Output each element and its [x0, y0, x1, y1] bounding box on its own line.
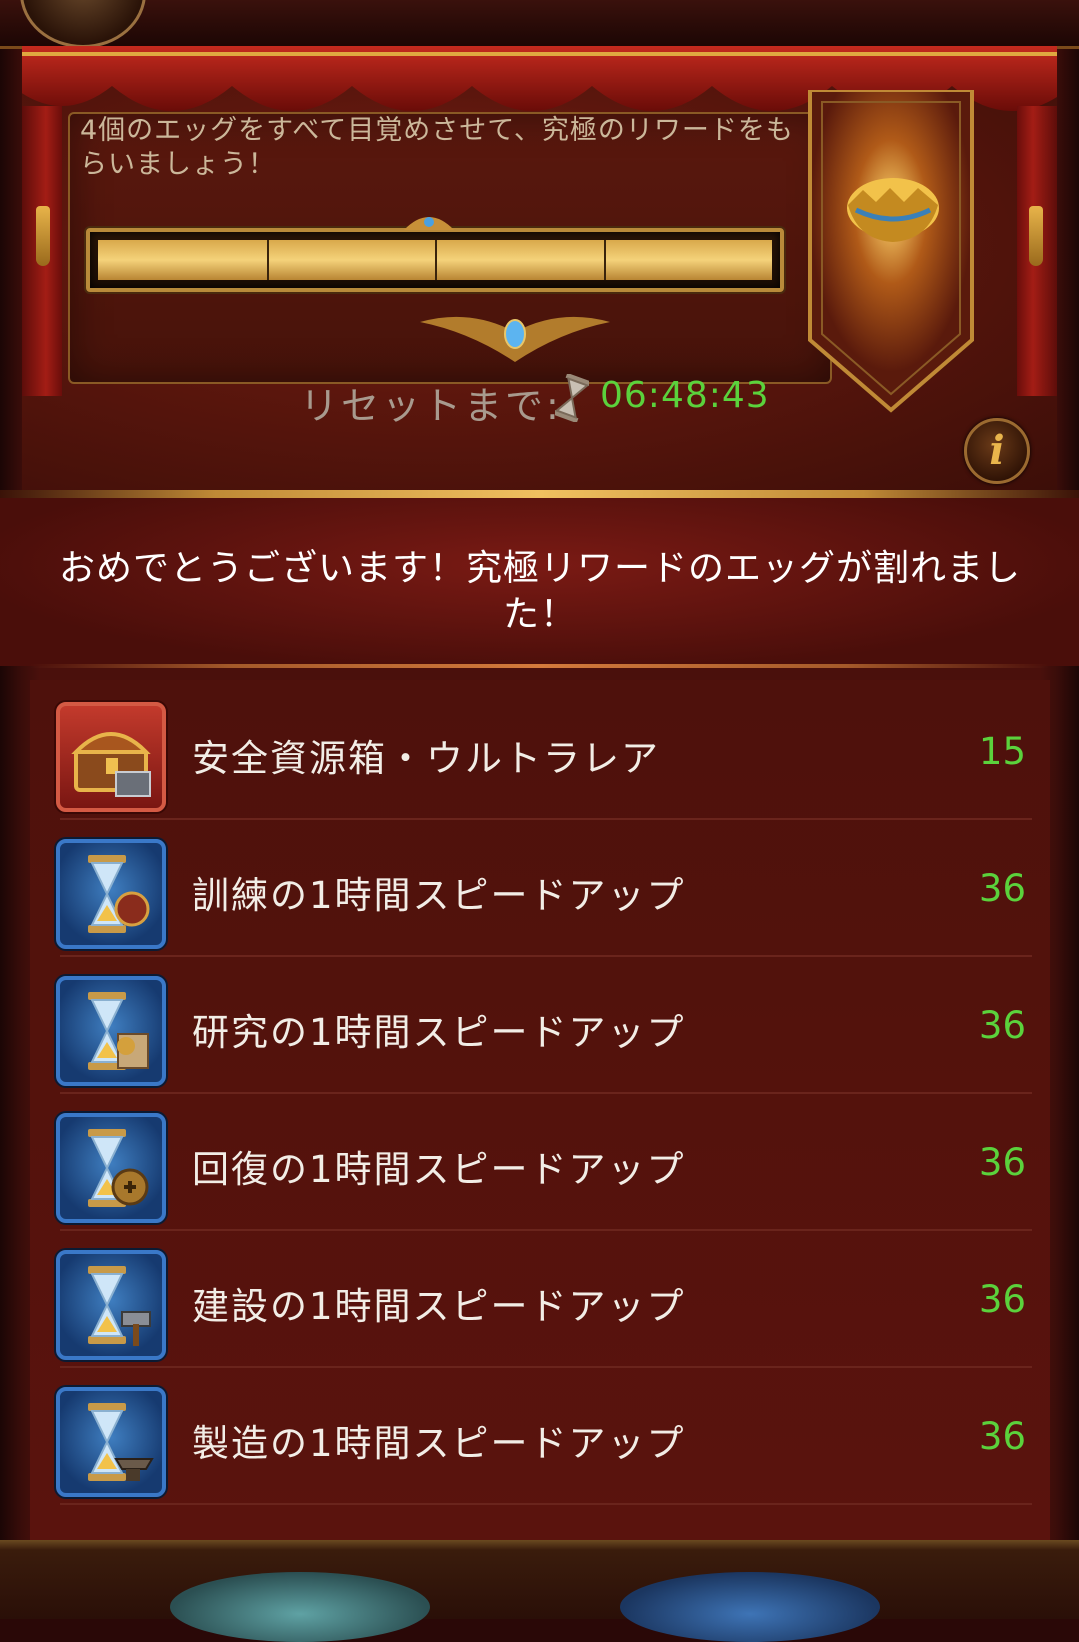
reset-timer: 06:48:43 — [600, 375, 770, 416]
hourglass-icon — [555, 374, 589, 422]
cracked-egg-icon — [847, 178, 939, 242]
reward-quantity: 36 — [978, 1278, 1026, 1321]
reward-label: 建設の1時間スピードアップ — [192, 1285, 686, 1328]
filigree-ornament-icon — [420, 316, 610, 362]
egg-progress-bar — [86, 228, 784, 292]
research-speedup-icon[interactable] — [56, 976, 166, 1086]
tassel-left — [36, 206, 50, 266]
reward-quantity: 36 — [978, 1004, 1026, 1047]
congratulations-message: おめでとうございます！究極リワードのエッグが割れました！ — [58, 548, 1021, 635]
reward-label: 訓練の1時間スピードアップ — [192, 874, 686, 917]
gem-ornament-icon — [404, 217, 454, 230]
goal-text: 4個のエッグをすべて目覚めさせて、究極のリワードをもらいましょう！ — [80, 115, 794, 180]
reward-label: 回復の1時間スピードアップ — [192, 1148, 686, 1191]
reward-row[interactable]: 製造の1時間スピードアップ 36 — [46, 1365, 1046, 1505]
info-button[interactable]: i — [964, 418, 1030, 484]
bottom-button-right[interactable] — [620, 1572, 880, 1642]
training-speedup-icon[interactable] — [56, 839, 166, 949]
bottom-bar — [0, 1540, 1079, 1619]
reward-quantity: 36 — [978, 1415, 1026, 1458]
reward-quantity: 36 — [978, 1141, 1026, 1184]
construction-speedup-icon[interactable] — [56, 1250, 166, 1360]
reset-label: リセットまで: — [300, 384, 562, 428]
progress-segment-divider — [603, 240, 606, 280]
top-strip — [0, 0, 1079, 49]
info-icon: i — [989, 427, 1005, 474]
reward-quantity: 15 — [978, 730, 1026, 773]
bottom-button-left[interactable] — [170, 1572, 430, 1642]
reward-row[interactable]: 安全資源箱・ウルトラレア 15 — [46, 680, 1046, 820]
reward-list: 安全資源箱・ウルトラレア 15 訓練の1時間スピードアップ 36 研究の1時間スピードア… — [30, 680, 1050, 1540]
reward-label: 安全資源箱・ウルトラレア — [192, 737, 660, 780]
reward-row[interactable]: 研究の1時間スピードアップ 36 — [46, 954, 1046, 1094]
resource-chest-icon[interactable] — [56, 702, 166, 812]
reward-row[interactable]: 回復の1時間スピードアップ 36 — [46, 1091, 1046, 1231]
reward-label: 研究の1時間スピードアップ — [192, 1011, 686, 1054]
message-divider — [30, 664, 1049, 668]
reward-row[interactable]: 建設の1時間スピードアップ 36 — [46, 1228, 1046, 1368]
reward-label: 製造の1時間スピードアップ — [192, 1422, 686, 1465]
progress-segment-divider — [435, 240, 437, 280]
progress-track — [98, 240, 772, 280]
reward-row[interactable]: 訓練の1時間スピードアップ 36 — [46, 817, 1046, 957]
row-divider — [60, 1503, 1032, 1505]
tassel-right — [1029, 206, 1043, 266]
gold-divider — [0, 490, 1079, 498]
healing-speedup-icon[interactable] — [56, 1113, 166, 1223]
progress-segment-divider — [266, 240, 269, 280]
reward-quantity: 36 — [978, 867, 1026, 910]
manufacturing-speedup-icon[interactable] — [56, 1387, 166, 1497]
